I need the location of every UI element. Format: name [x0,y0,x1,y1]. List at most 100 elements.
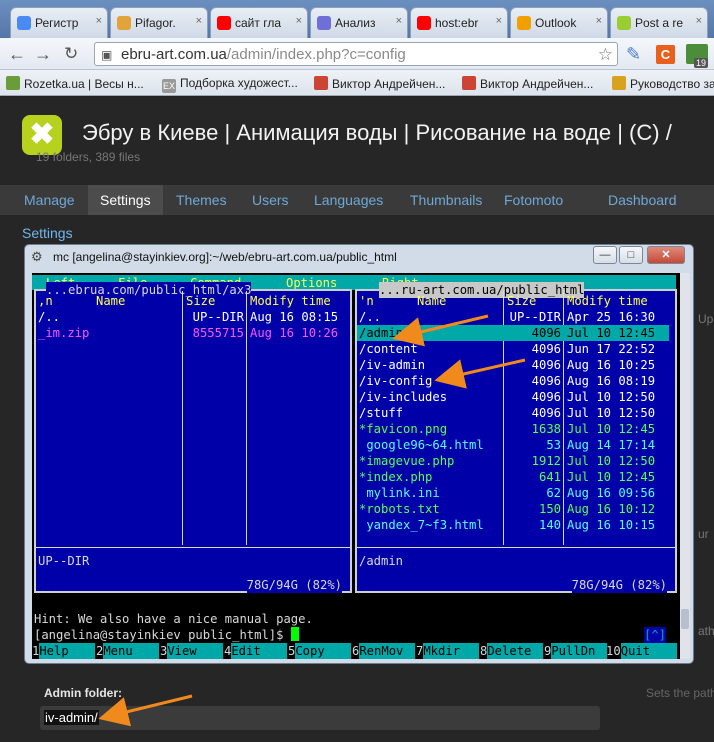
maximize-button[interactable]: □ [619,246,643,264]
fkey-renmov[interactable]: 6RenMov [352,643,416,659]
file-row[interactable]: /.. UP--DIR Aug 16 08:15 [36,309,338,325]
panel-path[interactable]: ...ru-art.com.ua/public_html [379,282,585,298]
file-name: /iv-admin [359,358,426,372]
admin-folder-input[interactable]: iv-admin/ [40,706,600,730]
file-time: Aug 16 08:19 [567,374,656,388]
close-tab-icon[interactable]: × [96,15,102,27]
scrollbar-thumb[interactable] [681,609,689,629]
browser-tab[interactable]: host:ebr × [410,7,508,38]
file-row[interactable]: _im.zip 8555715 Aug 16 10:26 [36,325,338,341]
file-time: Aug 16 10:25 [567,358,656,372]
mc-terminal-window[interactable]: ⚙ mc [angelina@stayinkiev.org]:~/web/ebr… [24,244,694,664]
file-row[interactable]: /stuff 4096 Jul 10 12:50 [357,405,655,421]
column-header[interactable]: Size [507,293,536,309]
nav-users[interactable]: Users [240,185,301,215]
right-file-panel[interactable]: ...ru-art.com.ua/public_html 'n Name Size Mo… [355,282,677,593]
prompt-history-indicator[interactable]: [^] [644,627,667,643]
nav-languages[interactable]: Languages [302,185,395,215]
panel-path[interactable]: ...ebrua.com/public_html/ax3 [46,282,252,298]
file-row[interactable]: *robots.txt 150 Aug 16 10:12 [357,501,655,517]
fkey-number: 9 [544,644,552,658]
close-tab-icon[interactable]: × [696,15,702,27]
fkey-help[interactable]: 1Help [32,643,96,659]
fkey-quit[interactable]: 10Quit [606,643,677,659]
fkey-pulldn[interactable]: 9PullDn [544,643,608,659]
file-row[interactable]: /admin 4096 Jul 10 12:45 [357,325,669,341]
file-row[interactable]: /iv-admin 4096 Aug 16 10:25 [357,357,655,373]
bookmark-item[interactable]: Виктор Андрейчен... [462,76,593,91]
terminal-scrollbar[interactable] [680,273,690,659]
browser-tab[interactable]: Post a re × [610,7,708,38]
file-row[interactable]: /.. UP--DIR Apr 25 16:30 [357,309,655,325]
file-size: 4096 [531,342,561,356]
column-header[interactable]: Name [417,293,446,309]
file-row[interactable]: /content 4096 Jun 17 22:52 [357,341,655,357]
fkey-edit[interactable]: 4Edit [224,643,288,659]
column-header[interactable]: Size [186,293,215,309]
pen-extension-icon[interactable]: ✎ [626,44,641,64]
column-header[interactable]: Name [96,293,125,309]
fkey-delete[interactable]: 8Delete [480,643,544,659]
column-header[interactable]: ,n [38,293,53,309]
browser-toolbar: ← → ↻ ▣ ebru-art.com.ua/admin/index.php?… [0,38,714,70]
forward-arrow-icon[interactable]: → [34,44,52,64]
file-time: Jul 10 12:45 [567,326,656,340]
browser-tab[interactable]: сайт гла × [210,7,308,38]
reload-icon[interactable]: ↻ [64,44,78,64]
close-tab-icon[interactable]: × [296,15,302,27]
fkey-mkdir[interactable]: 7Mkdir [416,643,480,659]
file-size: 4096 [531,406,561,420]
close-button[interactable]: ✕ [647,246,685,264]
fkey-view[interactable]: 3View [160,643,224,659]
column-divider [182,291,183,545]
bookmark-item[interactable]: Руководство за [612,76,714,91]
breadcrumb[interactable]: Settings [22,225,73,241]
bookmark-item[interactable]: Виктор Андрейчен... [314,76,445,91]
browser-tab[interactable]: Регистр × [10,7,108,38]
file-row[interactable]: /iv-config 4096 Aug 16 08:19 [357,373,655,389]
back-arrow-icon[interactable]: ← [8,44,26,64]
file-row[interactable]: *index.php 641 Jul 10 12:45 [357,469,655,485]
column-header[interactable]: Modify time [250,293,331,309]
nav-themes[interactable]: Themes [164,185,239,215]
file-row[interactable]: /iv-includes 4096 Jul 10 12:50 [357,389,655,405]
url-host: ebru-art.com.ua [121,46,227,63]
close-tab-icon[interactable]: × [196,15,202,27]
shell-prompt[interactable]: [angelina@stayinkiev public_html]$ [34,627,299,643]
bookmark-item[interactable]: EX Подборка художест... [162,76,298,93]
file-row[interactable]: *favicon.png 1638 Jul 10 12:45 [357,421,655,437]
file-row[interactable]: yandex_7~f3.html 140 Aug 16 10:15 [357,517,655,533]
tab-title: Регистр [35,16,79,30]
column-header[interactable]: Modify time [567,293,648,309]
fkey-menu[interactable]: 2Menu [96,643,160,659]
fkey-number: 6 [352,644,360,658]
bookmark-star-icon[interactable]: ☆ [598,45,613,65]
nav-manage[interactable]: Manage [12,185,87,215]
nav-fotomoto[interactable]: Fotomoto [492,185,575,215]
file-row[interactable]: *imagevue.php 1912 Jul 10 12:50 [357,453,655,469]
browser-tab[interactable]: Outlook × [510,7,608,38]
nav-settings[interactable]: Settings [88,185,163,215]
browser-tab[interactable]: Pifagor. × [110,7,208,38]
screenshot-root: Регистр × Pifagor. × сайт гла × Анализ × host:eb… [0,0,714,742]
terminal-screen[interactable]: LeftFileCommandOptionsRight ...ebrua.com… [32,273,690,659]
file-size: 8555715 [192,326,244,340]
browser-tab[interactable]: Анализ × [310,7,408,38]
minimize-button[interactable]: — [593,246,617,264]
close-tab-icon[interactable]: × [396,15,402,27]
nav-thumbnails[interactable]: Thumbnails [398,185,494,215]
bookmark-item[interactable]: Rozetka.ua | Весы н... [6,76,144,91]
address-bar[interactable]: ▣ ebru-art.com.ua/admin/index.php?c=conf… [94,42,618,66]
nav-dashboard[interactable]: Dashboard [596,185,689,215]
fkey-copy[interactable]: 5Copy [288,643,352,659]
left-file-panel[interactable]: ...ebrua.com/public_html/ax3 ,n Name Size Mo… [34,282,352,593]
close-tab-icon[interactable]: × [596,15,602,27]
chrome-icon [117,16,131,30]
column-header[interactable]: 'n [359,293,374,309]
c-extension-icon[interactable]: C [656,45,675,64]
fkey-label: Edit [231,643,288,659]
file-row[interactable]: google96~64.html 53 Aug 14 17:14 [357,437,655,453]
file-size: UP--DIR [192,310,244,324]
file-row[interactable]: mylink.ini 62 Aug 16 09:56 [357,485,655,501]
close-tab-icon[interactable]: × [496,15,502,27]
